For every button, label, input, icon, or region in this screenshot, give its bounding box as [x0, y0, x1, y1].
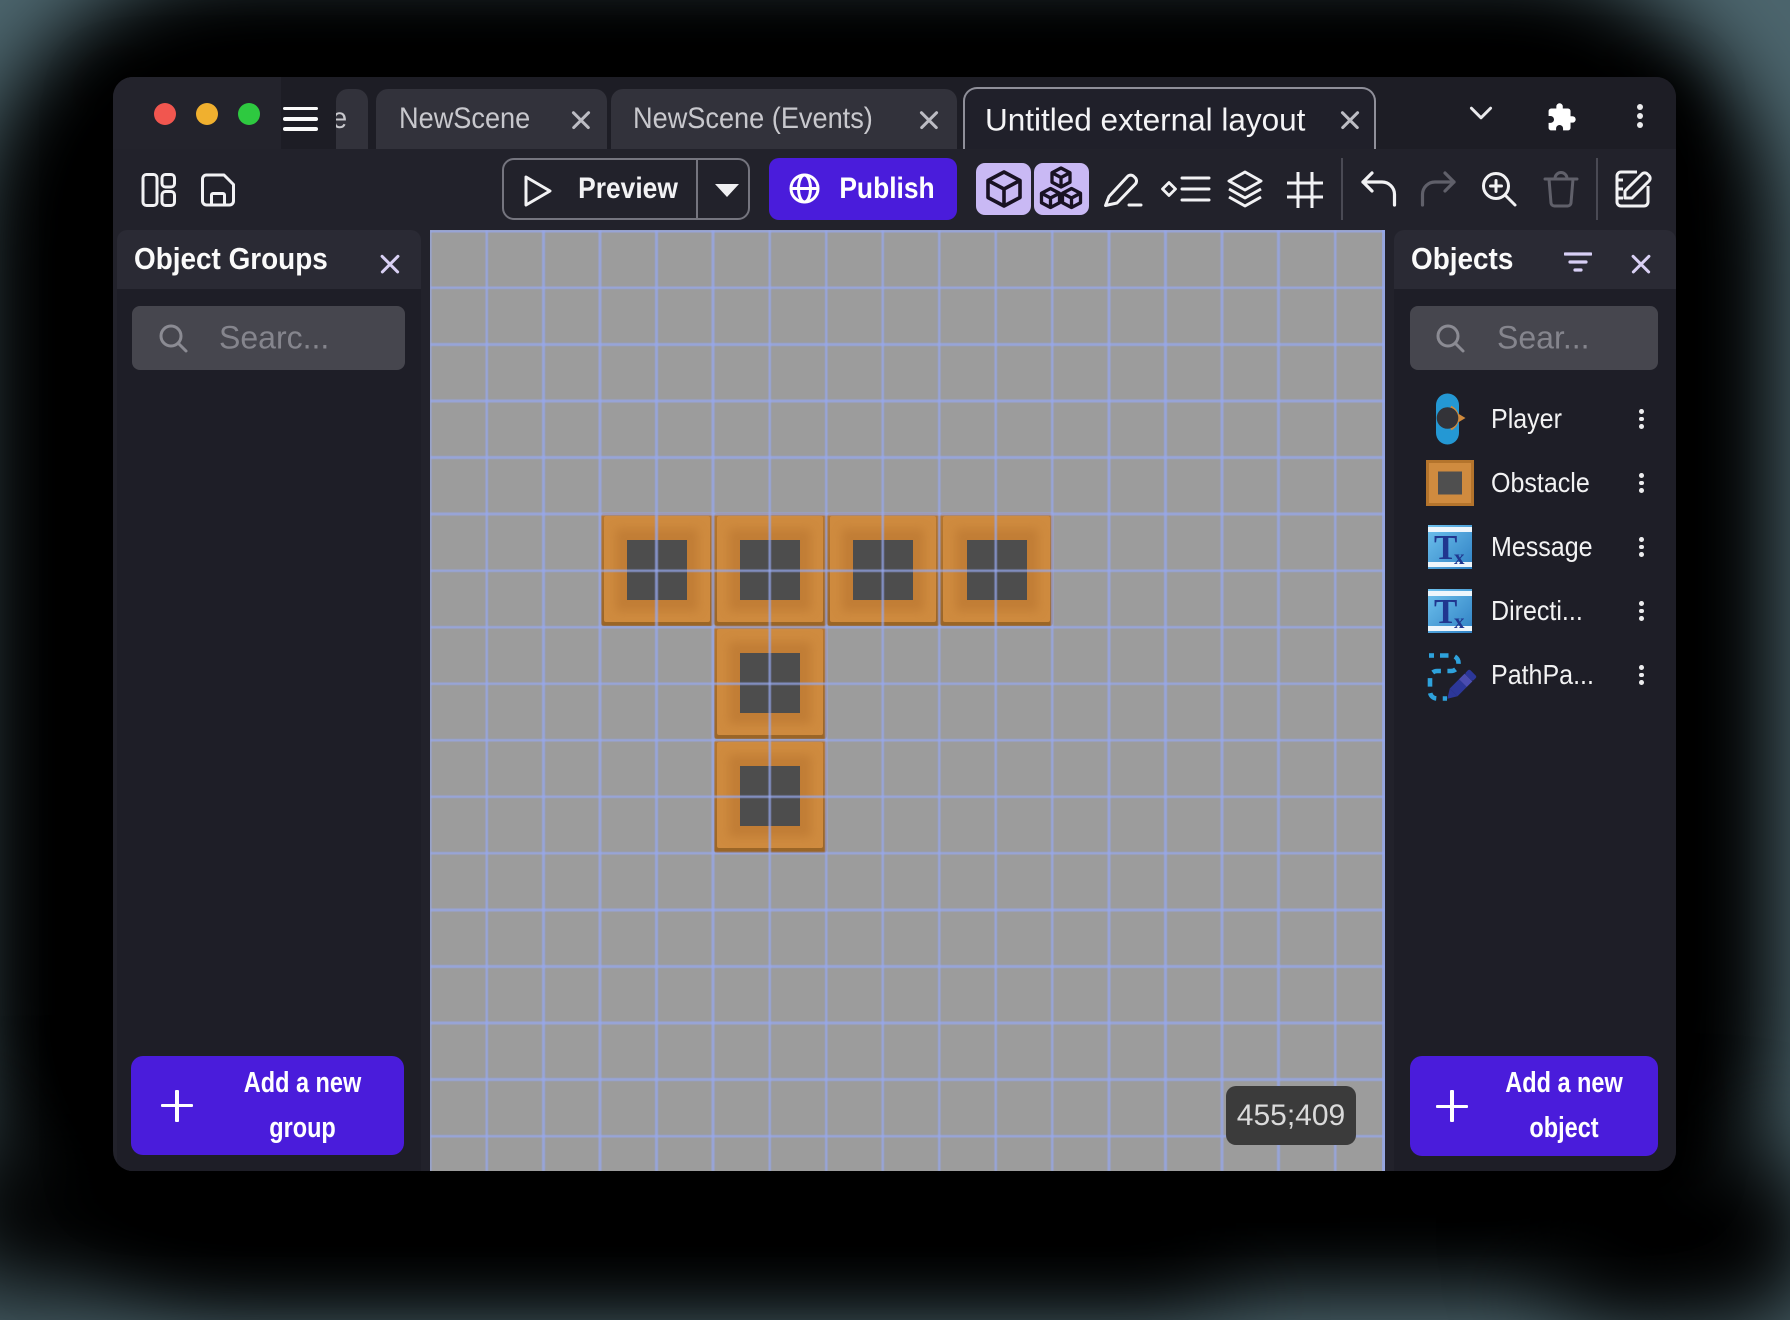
svg-text:x: x: [1454, 609, 1465, 633]
svg-text:x: x: [1454, 545, 1465, 569]
